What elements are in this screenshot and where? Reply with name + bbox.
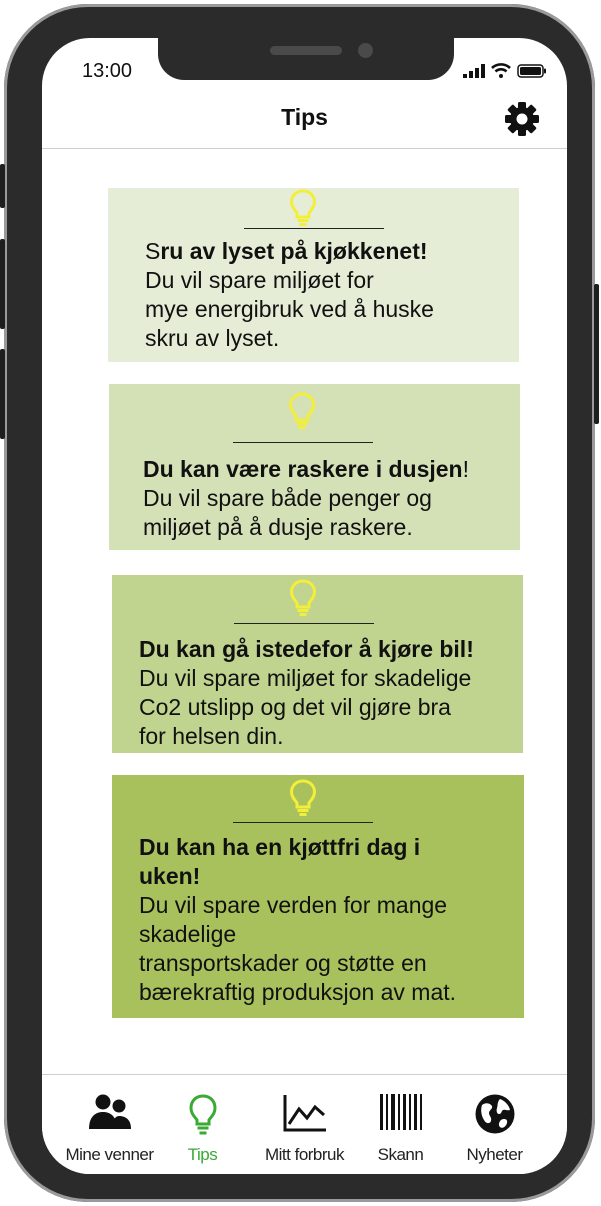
tip-card[interactable]: Du kan ha en kjøttfri dag i uken! Du vil… [112, 775, 524, 1018]
divider [234, 623, 374, 624]
friends-icon [88, 1094, 131, 1129]
tip-card[interactable]: Du kan gå istedefor å kjøre bil! Du vil … [112, 575, 523, 753]
tip-card[interactable]: Du kan være raskere i dusjen! Du vil spa… [109, 384, 520, 550]
tip-body-line: Du vil spare miljøet for [145, 267, 374, 293]
lightbulb-icon [289, 779, 317, 816]
tip-body-line: Du vil spare både penger og [143, 485, 432, 511]
divider [233, 442, 373, 443]
tip-body-line: skru av lyset. [145, 325, 280, 351]
tip-title: Sru av lyset på kjøkkenet! [145, 238, 428, 264]
volume-down-button [0, 349, 5, 439]
tip-title: Du kan ha en kjøttfri dag i [139, 834, 421, 860]
tab-label: Mitt forbruk [264, 1145, 345, 1164]
signal-icon [463, 64, 485, 78]
line-chart-icon [283, 1095, 326, 1132]
tip-body-line: Du vil spare verden for mange [139, 892, 448, 918]
lightbulb-icon [289, 189, 317, 226]
screen: 13:00 Tips Sru av lyset på kjøkkenet! Du… [42, 38, 567, 1174]
tip-card[interactable]: Sru av lyset på kjøkkenet! Du vil spare … [108, 188, 519, 362]
page-title: Tips [281, 104, 328, 130]
notch [158, 38, 454, 80]
app-header: Tips [42, 90, 567, 149]
tab-label: Nyheter [466, 1145, 523, 1164]
globe-icon [475, 1094, 514, 1134]
tip-body-line: bærekraftig produksjon av mat. [139, 979, 457, 1005]
lightbulb-icon [288, 392, 316, 429]
tip-title: Du kan være raskere i dusjen! [143, 456, 469, 482]
phone-frame: 13:00 Tips Sru av lyset på kjøkkenet! Du… [0, 4, 599, 1202]
tip-body-line: for helsen din. [139, 723, 284, 749]
tab-mine-venner[interactable]: Mine venner [57, 1075, 162, 1174]
camera [358, 43, 373, 58]
mute-switch [0, 164, 5, 208]
tip-body-line: mye energibruk ved å huske [145, 296, 434, 322]
tip-body-line: Du vil spare miljøet for skadelige [139, 665, 472, 691]
tab-nyheter[interactable]: Nyheter [442, 1075, 547, 1174]
tip-body-line: miljøet på å dusje raskere. [143, 514, 413, 540]
status-icons [463, 63, 547, 78]
divider [244, 228, 384, 229]
speaker [270, 46, 342, 55]
tip-body-line: Co2 utslipp og det vil gjøre bra [139, 694, 451, 720]
tab-skann[interactable]: Skann [348, 1075, 453, 1174]
tab-tips[interactable]: Tips [150, 1075, 255, 1174]
tip-title: uken! [139, 863, 201, 889]
lightbulb-icon [289, 579, 317, 616]
tip-body-line: transportskader og støtte en [139, 950, 427, 976]
tab-label: Skann [377, 1145, 424, 1164]
tab-label: Tips [187, 1145, 218, 1164]
tip-body-line: skadelige [139, 921, 237, 947]
lightbulb-icon [188, 1094, 217, 1135]
tip-title: Du kan gå istedefor å kjøre bil! [139, 636, 474, 662]
divider [233, 822, 373, 823]
barcode-icon [379, 1094, 422, 1130]
tab-label: Mine venner [65, 1145, 154, 1164]
status-time: 13:00 [82, 60, 133, 82]
volume-up-button [0, 239, 5, 329]
wifi-icon [491, 63, 511, 78]
battery-icon [517, 64, 546, 78]
power-button [594, 284, 599, 424]
gear-icon[interactable] [504, 101, 540, 137]
tab-bar: Mine venner Tips Mitt forbruk Skann Nyhe… [42, 1074, 567, 1174]
tab-mitt-forbruk[interactable]: Mitt forbruk [252, 1075, 357, 1174]
